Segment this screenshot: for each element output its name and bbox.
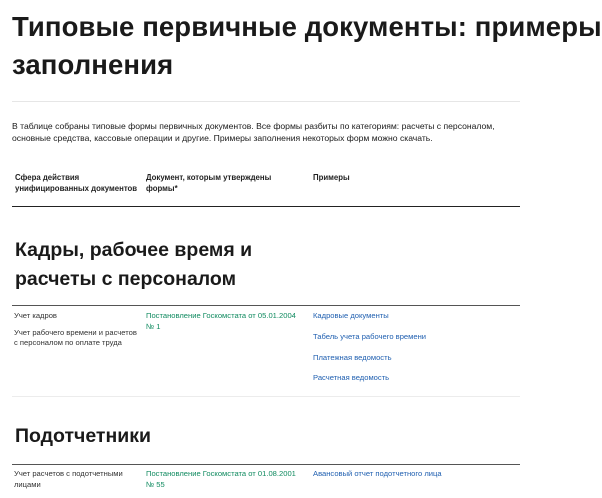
section-title-accountable: Подотчетники — [15, 425, 151, 447]
example-link-timesheet[interactable]: Табель учета рабочего времени — [313, 332, 513, 343]
column-header-examples: Примеры — [313, 173, 350, 182]
area-cell: Учет расчетов с подотчетными лицами — [14, 469, 138, 498]
section-divider — [12, 464, 520, 465]
example-link-payment-sheet[interactable]: Платежная ведомость — [313, 353, 513, 364]
column-header-area: Сфера действия унифицированных документо… — [15, 173, 138, 193]
examples-cell: Авансовый отчет подотчетного лица — [313, 469, 513, 490]
area-label: Учет кадров — [14, 311, 57, 320]
example-link-payroll-sheet[interactable]: Расчетная ведомость — [313, 373, 513, 384]
examples-cell: Кадровые документы Табель учета рабочего… — [313, 311, 513, 394]
area-label: Учет рабочего времени и расчетов с персо… — [14, 327, 137, 348]
column-header-document: Документ, которым утверждены формы* — [146, 173, 272, 193]
title-divider — [12, 101, 520, 102]
document-link[interactable]: Постановление Госкомстата от 05.01.2004 … — [146, 311, 306, 332]
area-cell: Учет кадров Учет рабочего времени и расч… — [14, 311, 142, 357]
section-divider — [12, 305, 520, 306]
section-title-hr: Кадры, рабочее время и расчеты с персона… — [15, 239, 253, 290]
document-link[interactable]: Постановление Госкомстата от 01.08.2001 … — [146, 469, 306, 490]
header-divider — [12, 206, 520, 207]
example-link-advance-report[interactable]: Авансовый отчет подотчетного лица — [313, 469, 513, 480]
area-label: Учет расчетов с подотчетными лицами — [14, 469, 123, 489]
section-end-divider — [12, 396, 520, 397]
page-title: Типовые первичные документы: примеры зап… — [12, 11, 602, 80]
example-link-hr-documents[interactable]: Кадровые документы — [313, 311, 513, 322]
intro-paragraph: В таблице собраны типовые формы первичны… — [12, 121, 495, 144]
